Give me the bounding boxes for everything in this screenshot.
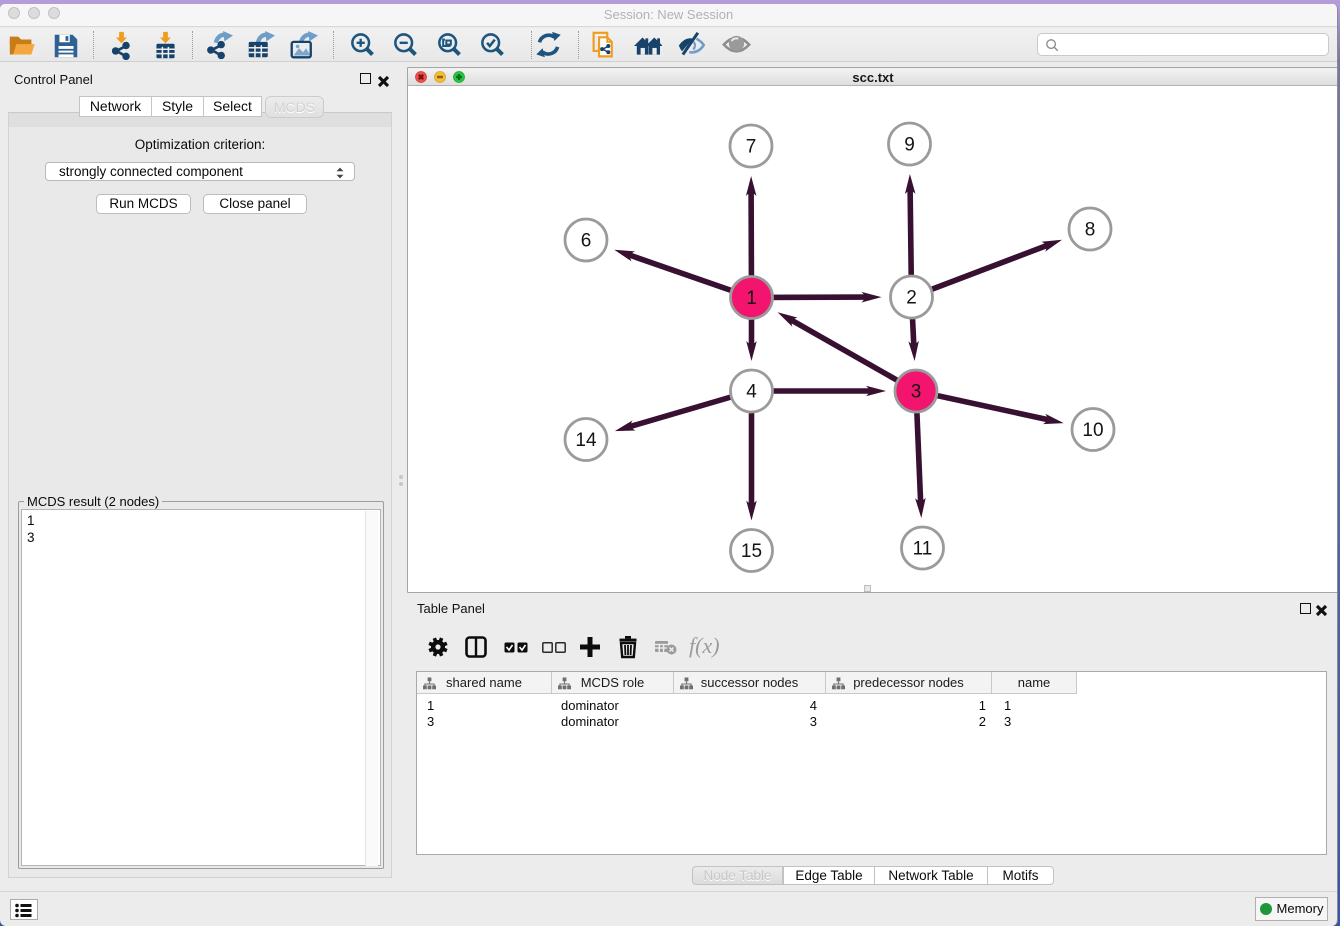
svg-text:4: 4 — [746, 382, 757, 403]
svg-text:6: 6 — [581, 231, 592, 252]
svg-text:1: 1 — [746, 288, 757, 309]
svg-text:7: 7 — [746, 137, 757, 158]
svg-text:11: 11 — [913, 539, 933, 560]
svg-text:9: 9 — [904, 135, 915, 156]
svg-text:3: 3 — [911, 382, 922, 403]
svg-text:10: 10 — [1082, 420, 1103, 441]
svg-text:15: 15 — [741, 541, 762, 562]
svg-text:2: 2 — [906, 288, 917, 309]
svg-text:14: 14 — [575, 430, 597, 451]
svg-text:8: 8 — [1085, 220, 1096, 241]
